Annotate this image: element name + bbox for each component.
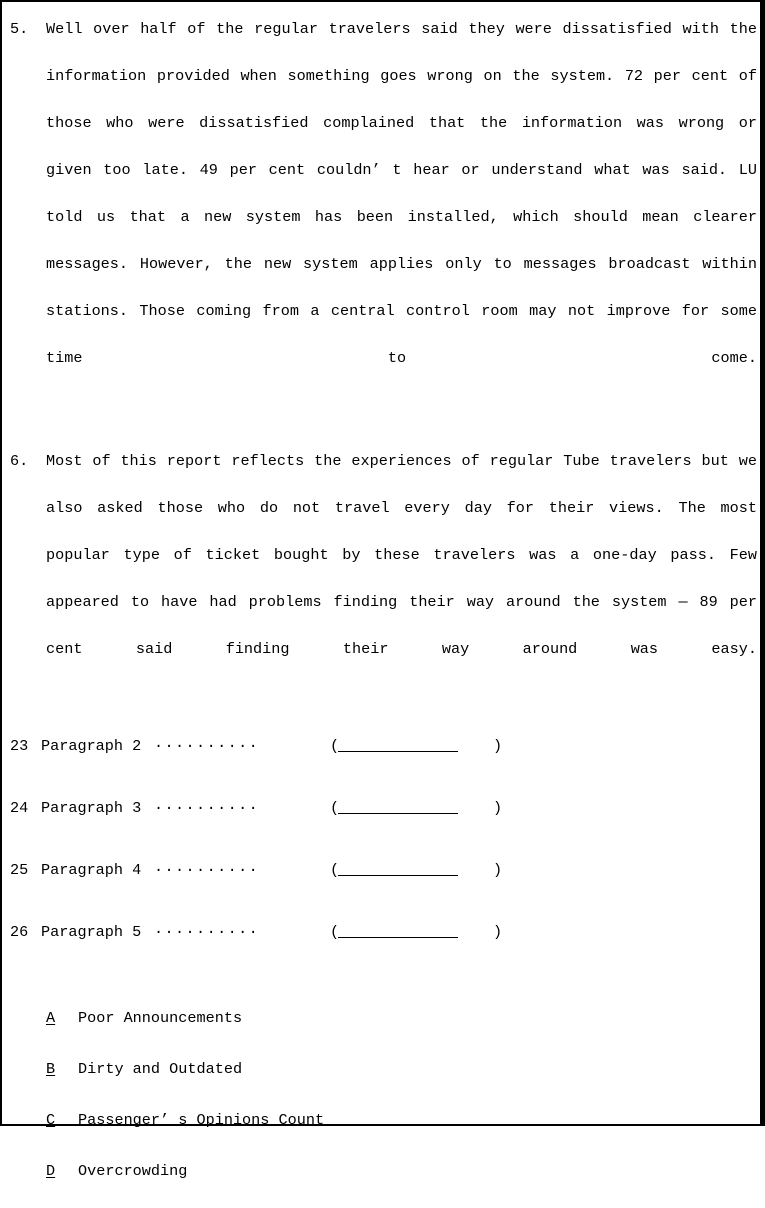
dotted-leader: ·········· bbox=[154, 923, 260, 941]
matching-question-list: 23 Paragraph 2 ·········· ( ) 24 Paragra… bbox=[8, 731, 757, 979]
paren-close: ) bbox=[493, 861, 503, 879]
document-page: 5. Well over half of the regular travele… bbox=[0, 0, 765, 1180]
matching-item-25[interactable]: 25 Paragraph 4 ·········· ( ) bbox=[8, 855, 757, 917]
option-letter: B bbox=[46, 1060, 56, 1078]
paragraph-text: Well over half of the regular travelers … bbox=[46, 20, 757, 367]
answer-blank[interactable] bbox=[338, 874, 458, 876]
option-text: Poor Announcements bbox=[78, 1009, 243, 1027]
page-content-area: 5. Well over half of the regular travele… bbox=[2, 2, 760, 1180]
answer-option-c[interactable]: C Passenger’ s Opinions Count bbox=[8, 1106, 757, 1157]
paragraph-text: Most of this report reflects the experie… bbox=[46, 452, 757, 658]
answer-blank[interactable] bbox=[338, 812, 458, 814]
paren-close: ) bbox=[493, 737, 503, 755]
paren-close: ) bbox=[493, 799, 503, 817]
paren-open: ( bbox=[330, 737, 340, 755]
dotted-leader: ·········· bbox=[154, 861, 260, 879]
matching-item-26[interactable]: 26 Paragraph 5 ·········· ( ) bbox=[8, 917, 757, 979]
answer-option-a[interactable]: A Poor Announcements bbox=[8, 1004, 757, 1055]
matching-item-23[interactable]: 23 Paragraph 2 ·········· ( ) bbox=[8, 731, 757, 793]
paragraph-block-6: 6. Most of this report reflects the expe… bbox=[8, 438, 757, 720]
question-label: Paragraph 5 bbox=[41, 923, 142, 941]
paren-open: ( bbox=[330, 799, 340, 817]
answer-blank[interactable] bbox=[338, 750, 458, 752]
paren-close: ) bbox=[493, 923, 503, 941]
paragraph-marker: 5. bbox=[10, 20, 29, 38]
answer-option-list: A Poor Announcements B Dirty and Outdate… bbox=[8, 1004, 757, 1208]
option-letter: D bbox=[46, 1162, 56, 1180]
question-number: 24 bbox=[10, 799, 29, 817]
option-letter: A bbox=[46, 1009, 56, 1027]
dotted-leader: ·········· bbox=[154, 799, 260, 817]
option-letter: C bbox=[46, 1111, 56, 1129]
answer-blank[interactable] bbox=[338, 936, 458, 938]
paragraph-block-5: 5. Well over half of the regular travele… bbox=[8, 6, 757, 429]
dotted-leader: ·········· bbox=[154, 737, 260, 755]
answer-option-b[interactable]: B Dirty and Outdated bbox=[8, 1055, 757, 1106]
question-label: Paragraph 2 bbox=[41, 737, 142, 755]
matching-item-24[interactable]: 24 Paragraph 3 ·········· ( ) bbox=[8, 793, 757, 855]
option-text: Dirty and Outdated bbox=[78, 1060, 243, 1078]
question-label: Paragraph 3 bbox=[41, 799, 142, 817]
question-number: 25 bbox=[10, 861, 29, 879]
option-text: Overcrowding bbox=[78, 1162, 188, 1180]
paren-open: ( bbox=[330, 861, 340, 879]
question-number: 26 bbox=[10, 923, 29, 941]
question-label: Paragraph 4 bbox=[41, 861, 142, 879]
question-number: 23 bbox=[10, 737, 29, 755]
paren-open: ( bbox=[330, 923, 340, 941]
answer-option-d[interactable]: D Overcrowding bbox=[8, 1157, 757, 1208]
option-text: Passenger’ s Opinions Count bbox=[78, 1111, 325, 1129]
paragraph-marker: 6. bbox=[10, 452, 29, 470]
